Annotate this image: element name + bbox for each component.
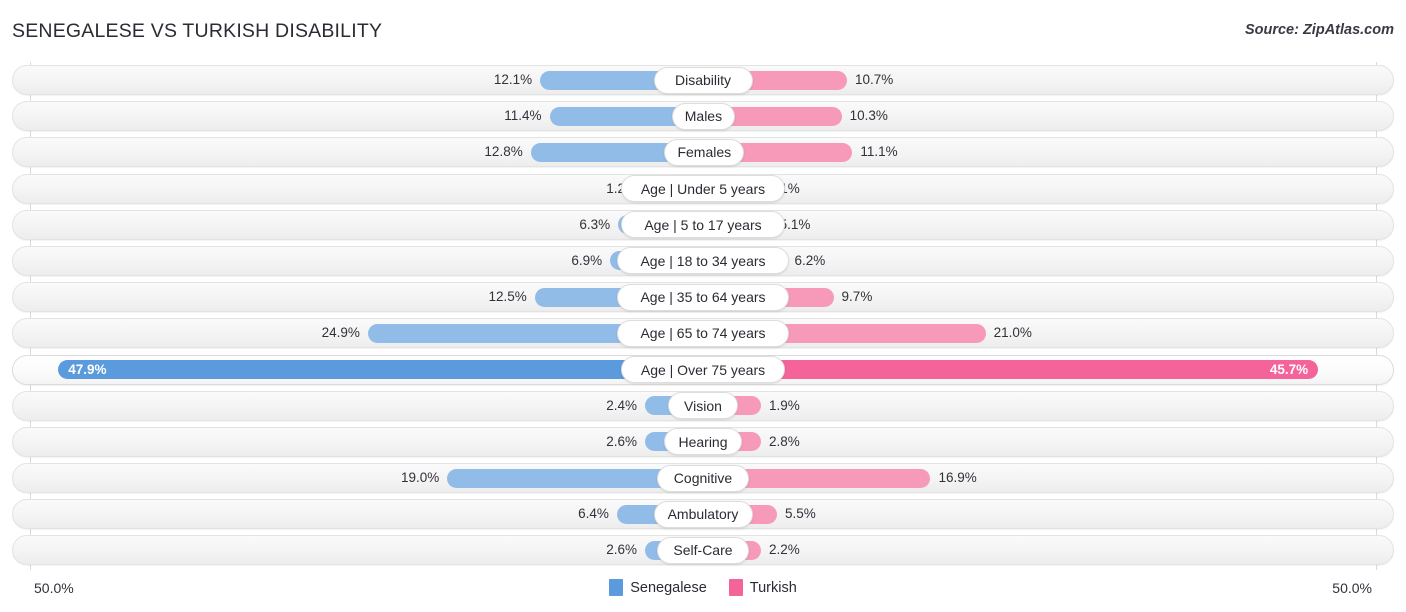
value-label-turkish: 10.3% <box>849 108 888 124</box>
row-category-label: Age | 5 to 17 years <box>620 211 786 239</box>
legend-swatch-icon <box>728 579 743 596</box>
value-label-turkish: 45.7% <box>1269 361 1309 377</box>
chart-row: 6.3% 5.1% Age | 5 to 17 years <box>0 207 1406 243</box>
value-label-senegalese: 6.3% <box>579 216 611 232</box>
value-label-senegalese: 24.9% <box>321 325 360 341</box>
row-category-label: Age | Under 5 years <box>620 175 786 203</box>
chart-row: 12.1% 10.7% Disability <box>0 62 1406 98</box>
chart-rows: 12.1% 10.7% Disability 11.4% 10.3% Males 12.8%… <box>0 62 1406 569</box>
row-category-label: Hearing <box>664 428 742 456</box>
value-label-turkish: 10.7% <box>855 72 894 87</box>
bar-turkish <box>703 360 1319 379</box>
value-label-senegalese: 12.8% <box>484 144 523 160</box>
chart-row: 47.9% 45.7% Age | Over 75 years <box>0 352 1406 388</box>
legend-item[interactable]: Turkish <box>728 579 797 596</box>
chart-row: 11.4% 10.3% Males <box>0 98 1406 134</box>
chart-row: 24.9% 21.0% Age | 65 to 74 years <box>0 315 1406 351</box>
chart-legend: Senegalese Turkish <box>0 579 1406 596</box>
chart-row: 6.4% 5.5% Ambulatory <box>0 496 1406 532</box>
value-label-senegalese: 12.1% <box>493 72 533 87</box>
value-label-senegalese: 19.0% <box>400 470 440 486</box>
row-category-label: Vision <box>668 392 738 420</box>
value-label-turkish: 6.2% <box>794 252 826 268</box>
row-category-label: Disability <box>653 66 753 94</box>
legend-swatch-icon <box>609 579 624 596</box>
source-attribution: Source: ZipAtlas.com <box>1244 22 1394 38</box>
chart-footer: 50.0% 50.0% Senegalese Turkish <box>0 570 1406 612</box>
chart-header: SENEGALESE VS TURKISH DISABILITY Source:… <box>0 0 1406 62</box>
value-label-turkish: 2.8% <box>769 433 800 449</box>
value-label-senegalese: 2.4% <box>606 397 637 413</box>
value-label-senegalese: 6.4% <box>578 506 609 522</box>
value-label-turkish: 11.1% <box>860 144 898 160</box>
chart-row: 6.9% 6.2% Age | 18 to 34 years <box>0 243 1406 279</box>
value-label-turkish: 16.9% <box>938 470 977 486</box>
bar-senegalese <box>58 360 703 379</box>
value-label-senegalese: 6.9% <box>571 252 603 268</box>
chart-row: 2.6% 2.2% Self-Care <box>0 532 1406 568</box>
value-label-senegalese: 2.6% <box>606 433 637 449</box>
value-label-senegalese: 11.4% <box>504 108 542 124</box>
legend-label: Senegalese <box>630 579 707 596</box>
row-category-label: Self-Care <box>657 536 749 564</box>
value-label-turkish: 9.7% <box>841 289 873 305</box>
page-title: SENEGALESE VS TURKISH DISABILITY <box>12 20 383 42</box>
value-label-turkish: 21.0% <box>993 325 1032 341</box>
row-category-label: Age | 65 to 74 years <box>617 319 789 347</box>
row-category-label: Ambulatory <box>653 500 753 528</box>
chart-page: SENEGALESE VS TURKISH DISABILITY Source:… <box>0 0 1406 612</box>
value-label-turkish: 5.5% <box>785 506 816 522</box>
chart-row: 2.6% 2.8% Hearing <box>0 424 1406 460</box>
chart-row: 12.5% 9.7% Age | 35 to 64 years <box>0 279 1406 315</box>
value-label-turkish: 2.2% <box>769 542 800 558</box>
row-category-label: Cognitive <box>657 464 749 492</box>
chart-row: 12.8% 11.1% Females <box>0 134 1406 170</box>
row-category-label: Age | 18 to 34 years <box>617 247 789 275</box>
chart-plot-area: 12.1% 10.7% Disability 11.4% 10.3% Males 12.8%… <box>0 62 1406 570</box>
row-category-label: Females <box>664 138 745 166</box>
row-category-label: Age | 35 to 64 years <box>617 283 789 311</box>
row-category-label: Males <box>671 102 736 130</box>
chart-row: 2.4% 1.9% Vision <box>0 388 1406 424</box>
legend-label: Turkish <box>749 579 797 596</box>
chart-row: 19.0% 16.9% Cognitive <box>0 460 1406 496</box>
value-label-turkish: 1.9% <box>769 397 800 413</box>
legend-item[interactable]: Senegalese <box>609 579 707 596</box>
chart-row: 1.2%1.1%Age | Under 5 years <box>0 171 1406 207</box>
row-category-label: Age | Over 75 years <box>620 356 786 383</box>
value-label-senegalese: 47.9% <box>68 361 107 377</box>
value-label-senegalese: 12.5% <box>488 289 527 305</box>
value-label-senegalese: 2.6% <box>606 542 637 558</box>
